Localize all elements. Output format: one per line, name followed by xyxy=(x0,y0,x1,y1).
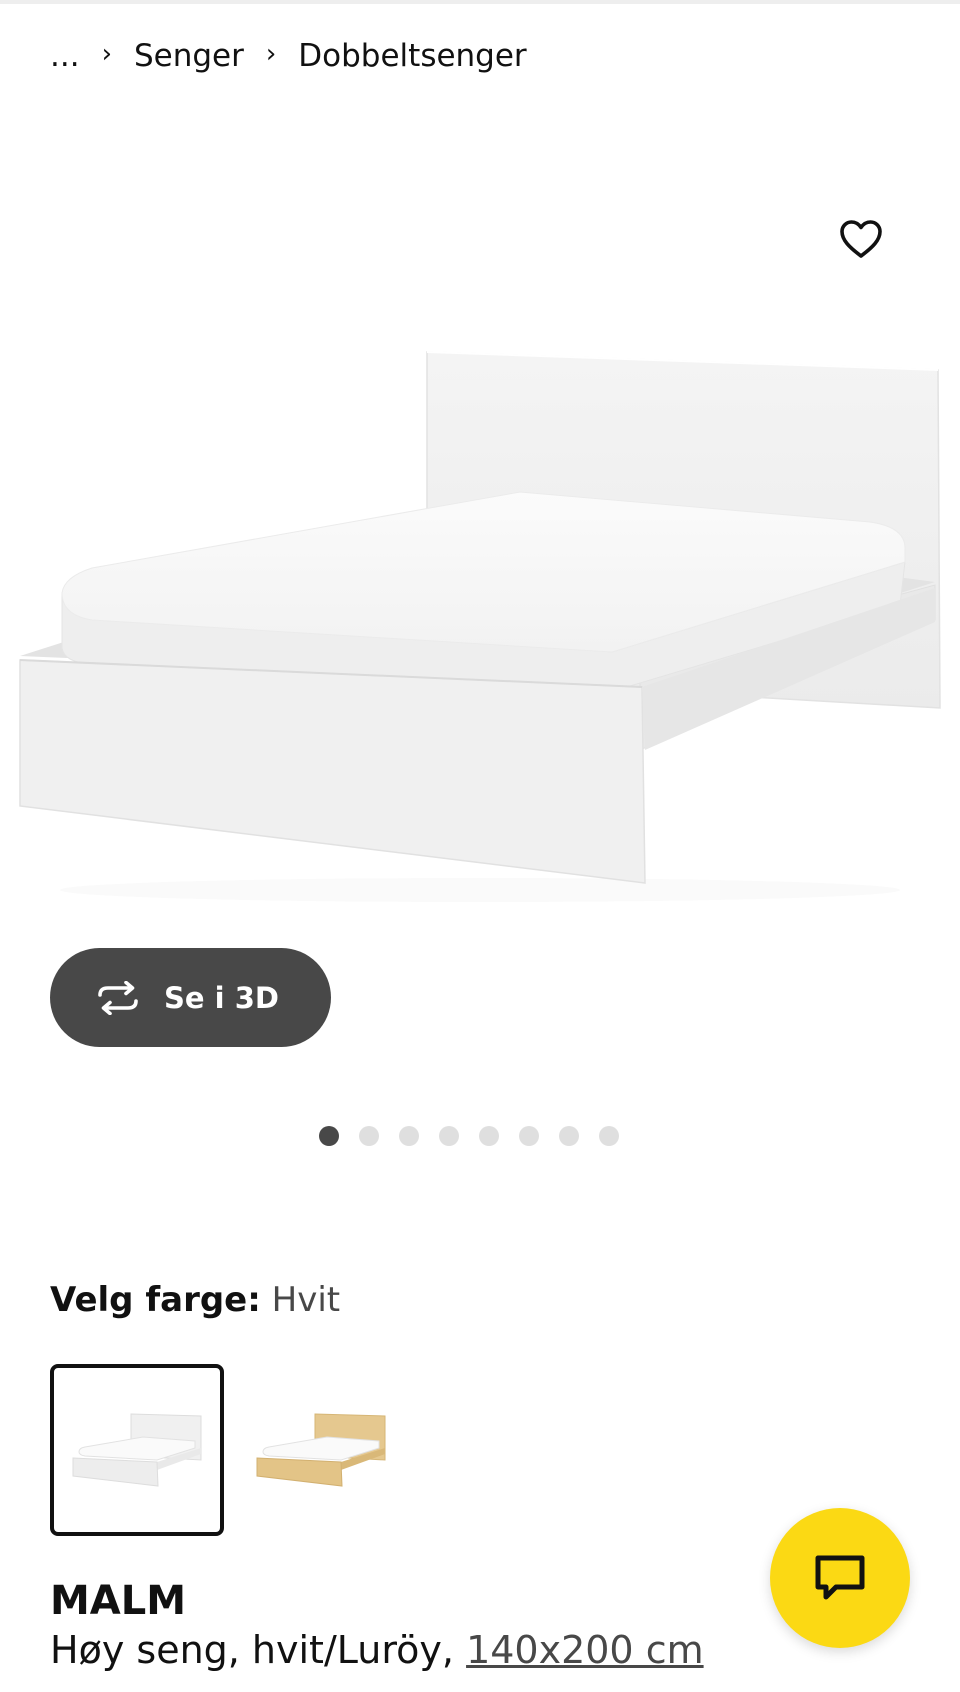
pagination-dot-3[interactable] xyxy=(399,1126,419,1146)
pagination-dot-6[interactable] xyxy=(519,1126,539,1146)
product-image[interactable] xyxy=(0,330,960,910)
color-swatch-oak[interactable] xyxy=(234,1364,408,1536)
breadcrumb-item-senger[interactable]: Senger xyxy=(134,38,244,74)
product-description-text: Høy seng, hvit/Luröy, xyxy=(50,1628,454,1672)
product-size-link[interactable]: 140x200 cm xyxy=(466,1628,704,1672)
pagination-dot-5[interactable] xyxy=(479,1126,499,1146)
heart-outline-icon xyxy=(840,220,882,258)
breadcrumb: ... › Senger › Dobbeltsenger xyxy=(50,34,527,78)
view-3d-button[interactable]: Se i 3D xyxy=(50,948,331,1047)
pagination-dot-1[interactable] xyxy=(319,1126,339,1146)
color-swatch-white[interactable] xyxy=(50,1364,224,1536)
favorite-button[interactable] xyxy=(836,214,886,264)
breadcrumb-ellipsis[interactable]: ... xyxy=(50,38,80,74)
top-divider xyxy=(0,0,960,4)
color-value: Hvit xyxy=(271,1280,341,1320)
product-name: MALM xyxy=(50,1578,187,1624)
bed-thumbnail-oak xyxy=(256,1413,386,1487)
color-selector-label: Velg farge: Hvit xyxy=(50,1280,340,1320)
color-label-text: Velg farge: xyxy=(50,1280,261,1320)
image-pagination xyxy=(319,1126,619,1146)
breadcrumb-separator: › xyxy=(265,39,277,69)
pagination-dot-4[interactable] xyxy=(439,1126,459,1146)
bed-illustration xyxy=(19,351,941,902)
bed-thumbnail-white xyxy=(72,1413,202,1487)
chat-button[interactable] xyxy=(770,1508,910,1648)
product-description: Høy seng, hvit/Luröy, 140x200 cm xyxy=(50,1628,704,1672)
rotate-icon xyxy=(98,980,138,1015)
chat-bubble-icon xyxy=(815,1555,865,1600)
breadcrumb-separator: › xyxy=(101,39,112,69)
pagination-dot-7[interactable] xyxy=(559,1126,579,1146)
view-3d-label: Se i 3D xyxy=(164,980,279,1015)
pagination-dot-2[interactable] xyxy=(359,1126,379,1146)
pagination-dot-8[interactable] xyxy=(599,1126,619,1146)
breadcrumb-item-dobbeltsenger[interactable]: Dobbeltsenger xyxy=(298,38,526,74)
